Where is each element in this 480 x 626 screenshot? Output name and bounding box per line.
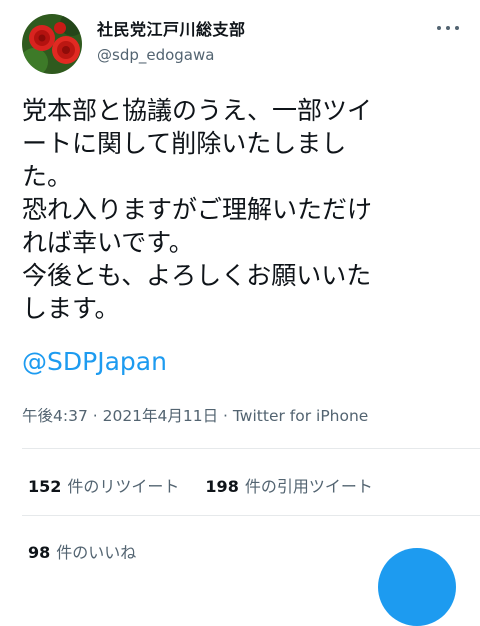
meta-separator: · (218, 407, 233, 425)
tweet-meta: 午後4:37 · 2021年4月11日 · Twitter for iPhone (22, 404, 368, 426)
avatar[interactable] (22, 14, 82, 74)
retweets-count: 152 (28, 477, 62, 496)
divider (22, 448, 480, 449)
divider (22, 515, 480, 516)
retweets-label: 件のリツイート (67, 477, 180, 496)
tweet-source[interactable]: Twitter for iPhone (233, 407, 368, 425)
quotes-stat[interactable]: 198 件の引用ツイート (205, 473, 372, 497)
quotes-label: 件の引用ツイート (244, 477, 373, 496)
user-handle[interactable]: @sdp_edogawa (97, 46, 214, 64)
tweet-time: 午後4:37 (22, 407, 88, 425)
red-roses-avatar-icon (22, 14, 82, 74)
tweet-line: 恐れ入りますがご理解いただけ (22, 195, 373, 224)
likes-count: 98 (28, 543, 51, 562)
more-horizontal-icon[interactable] (437, 22, 459, 34)
likes-stat[interactable]: 98 件のいいね (28, 539, 136, 563)
tweet-line: れば幸いです。 (22, 228, 194, 257)
compose-button[interactable] (378, 548, 456, 626)
tweet-text: 党本部と協議のうえ、一部ツイ ートに関して削除いたしまし た。 恐れ入りますがご… (22, 94, 462, 325)
tweet-line: た。 (22, 162, 73, 191)
tweet-line: 今後とも、よろしくお願いいた (22, 261, 372, 290)
meta-separator: · (87, 407, 103, 425)
more-dot (437, 26, 441, 30)
more-dot (446, 26, 450, 30)
stats-row: 152 件のリツイート 198 件の引用ツイート (28, 473, 399, 497)
mention-link[interactable]: @SDPJapan (22, 347, 167, 376)
quotes-count: 198 (205, 477, 239, 496)
tweet-line: します。 (22, 294, 120, 323)
tweet-date: 2021年4月11日 (102, 407, 219, 425)
tweet-line: ートに関して削除いたしまし (22, 129, 347, 158)
likes-label: 件のいいね (56, 543, 137, 562)
tweet-line: 党本部と協議のうえ、一部ツイ (22, 96, 373, 125)
display-name[interactable]: 社民党江戸川総支部 (97, 16, 246, 40)
retweets-stat[interactable]: 152 件のリツイート (28, 473, 179, 497)
more-dot (455, 26, 459, 30)
